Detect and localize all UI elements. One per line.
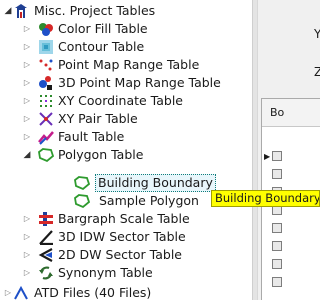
tree-node-label: Fault Table — [58, 129, 125, 144]
current-row-indicator-icon: ▶ — [264, 152, 271, 161]
tree-node-label: 3D IDW Sector Table — [58, 229, 186, 244]
z-label: Z — [314, 65, 320, 79]
grid-cell[interactable] — [272, 223, 282, 233]
tree-node-label: ATD Files (40 Files) — [34, 285, 152, 300]
xy-coordinate-icon — [40, 95, 52, 107]
tree-table-icon — [15, 4, 27, 18]
y-label: Y — [314, 27, 320, 41]
grid-cell[interactable] — [272, 241, 282, 251]
grid-header-label: Bo — [270, 106, 285, 119]
grid-column-header[interactable]: Bo — [262, 99, 320, 127]
xy-pair-icon — [39, 112, 53, 126]
color-fill-icon — [39, 23, 53, 36]
expand-arrow-icon[interactable]: ▷ — [22, 56, 32, 74]
tree-view: ◢ Misc. Project Tables ▷ Color Fill Tabl… — [0, 0, 252, 300]
tree-node-label-selected: Building Boundary — [95, 174, 216, 192]
tree-node-label: Color Fill Table — [58, 21, 148, 36]
tree-node-label: Polygon Table — [58, 147, 144, 162]
tree-node-label: Sample Polygon — [99, 193, 199, 208]
tree-node-label: Point Map Range Table — [58, 57, 200, 72]
tree-node-label: XY Coordinate Table — [58, 93, 183, 108]
tree-node-label: 3D Point Map Range Table — [58, 75, 221, 90]
bargraph-icon — [39, 212, 53, 226]
atd-files-icon — [14, 285, 28, 300]
expand-arrow-icon[interactable]: ▷ — [22, 210, 32, 228]
expand-arrow-icon[interactable]: ▷ — [22, 110, 32, 128]
collapse-arrow-icon[interactable]: ◢ — [3, 2, 13, 20]
polygon-icon — [74, 194, 90, 209]
grid-cell[interactable] — [272, 169, 282, 179]
expand-arrow-icon[interactable]: ▷ — [22, 38, 32, 56]
tree-node-label: Bargraph Scale Table — [58, 211, 190, 226]
point-map-icon — [39, 59, 53, 71]
grid-cell[interactable] — [272, 259, 282, 269]
tree-node-label: Synonym Table — [58, 265, 153, 280]
expand-arrow-icon[interactable]: ▷ — [3, 284, 13, 302]
synonym-icon — [39, 266, 53, 280]
expand-arrow-icon[interactable]: ▷ — [22, 92, 32, 110]
tree-node-label: Misc. Project Tables — [34, 3, 156, 18]
tree-node-label: XY Pair Table — [58, 111, 138, 126]
3d-sector-icon — [39, 230, 53, 245]
2d-sector-icon — [38, 248, 53, 262]
tooltip: Building Boundary — [211, 190, 320, 207]
polygon-icon — [38, 148, 54, 163]
contour-icon — [39, 40, 53, 54]
fault-icon — [38, 131, 54, 145]
grid-cell[interactable] — [272, 277, 282, 287]
expand-arrow-icon[interactable]: ▷ — [22, 264, 32, 282]
expand-arrow-icon[interactable]: ▷ — [22, 128, 32, 146]
tree-node-label: Contour Table — [58, 39, 145, 54]
expand-arrow-icon[interactable]: ▷ — [22, 246, 32, 264]
polygon-icon — [74, 176, 90, 191]
expand-arrow-icon[interactable]: ▷ — [22, 20, 32, 38]
tree-node-label: 2D DW Sector Table — [58, 247, 182, 262]
3d-point-map-icon — [39, 76, 52, 90]
expand-arrow-icon[interactable]: ▷ — [22, 228, 32, 246]
expand-arrow-icon[interactable]: ▷ — [22, 74, 32, 92]
grid-cell[interactable] — [272, 151, 282, 161]
collapse-arrow-icon[interactable]: ◢ — [22, 146, 32, 164]
